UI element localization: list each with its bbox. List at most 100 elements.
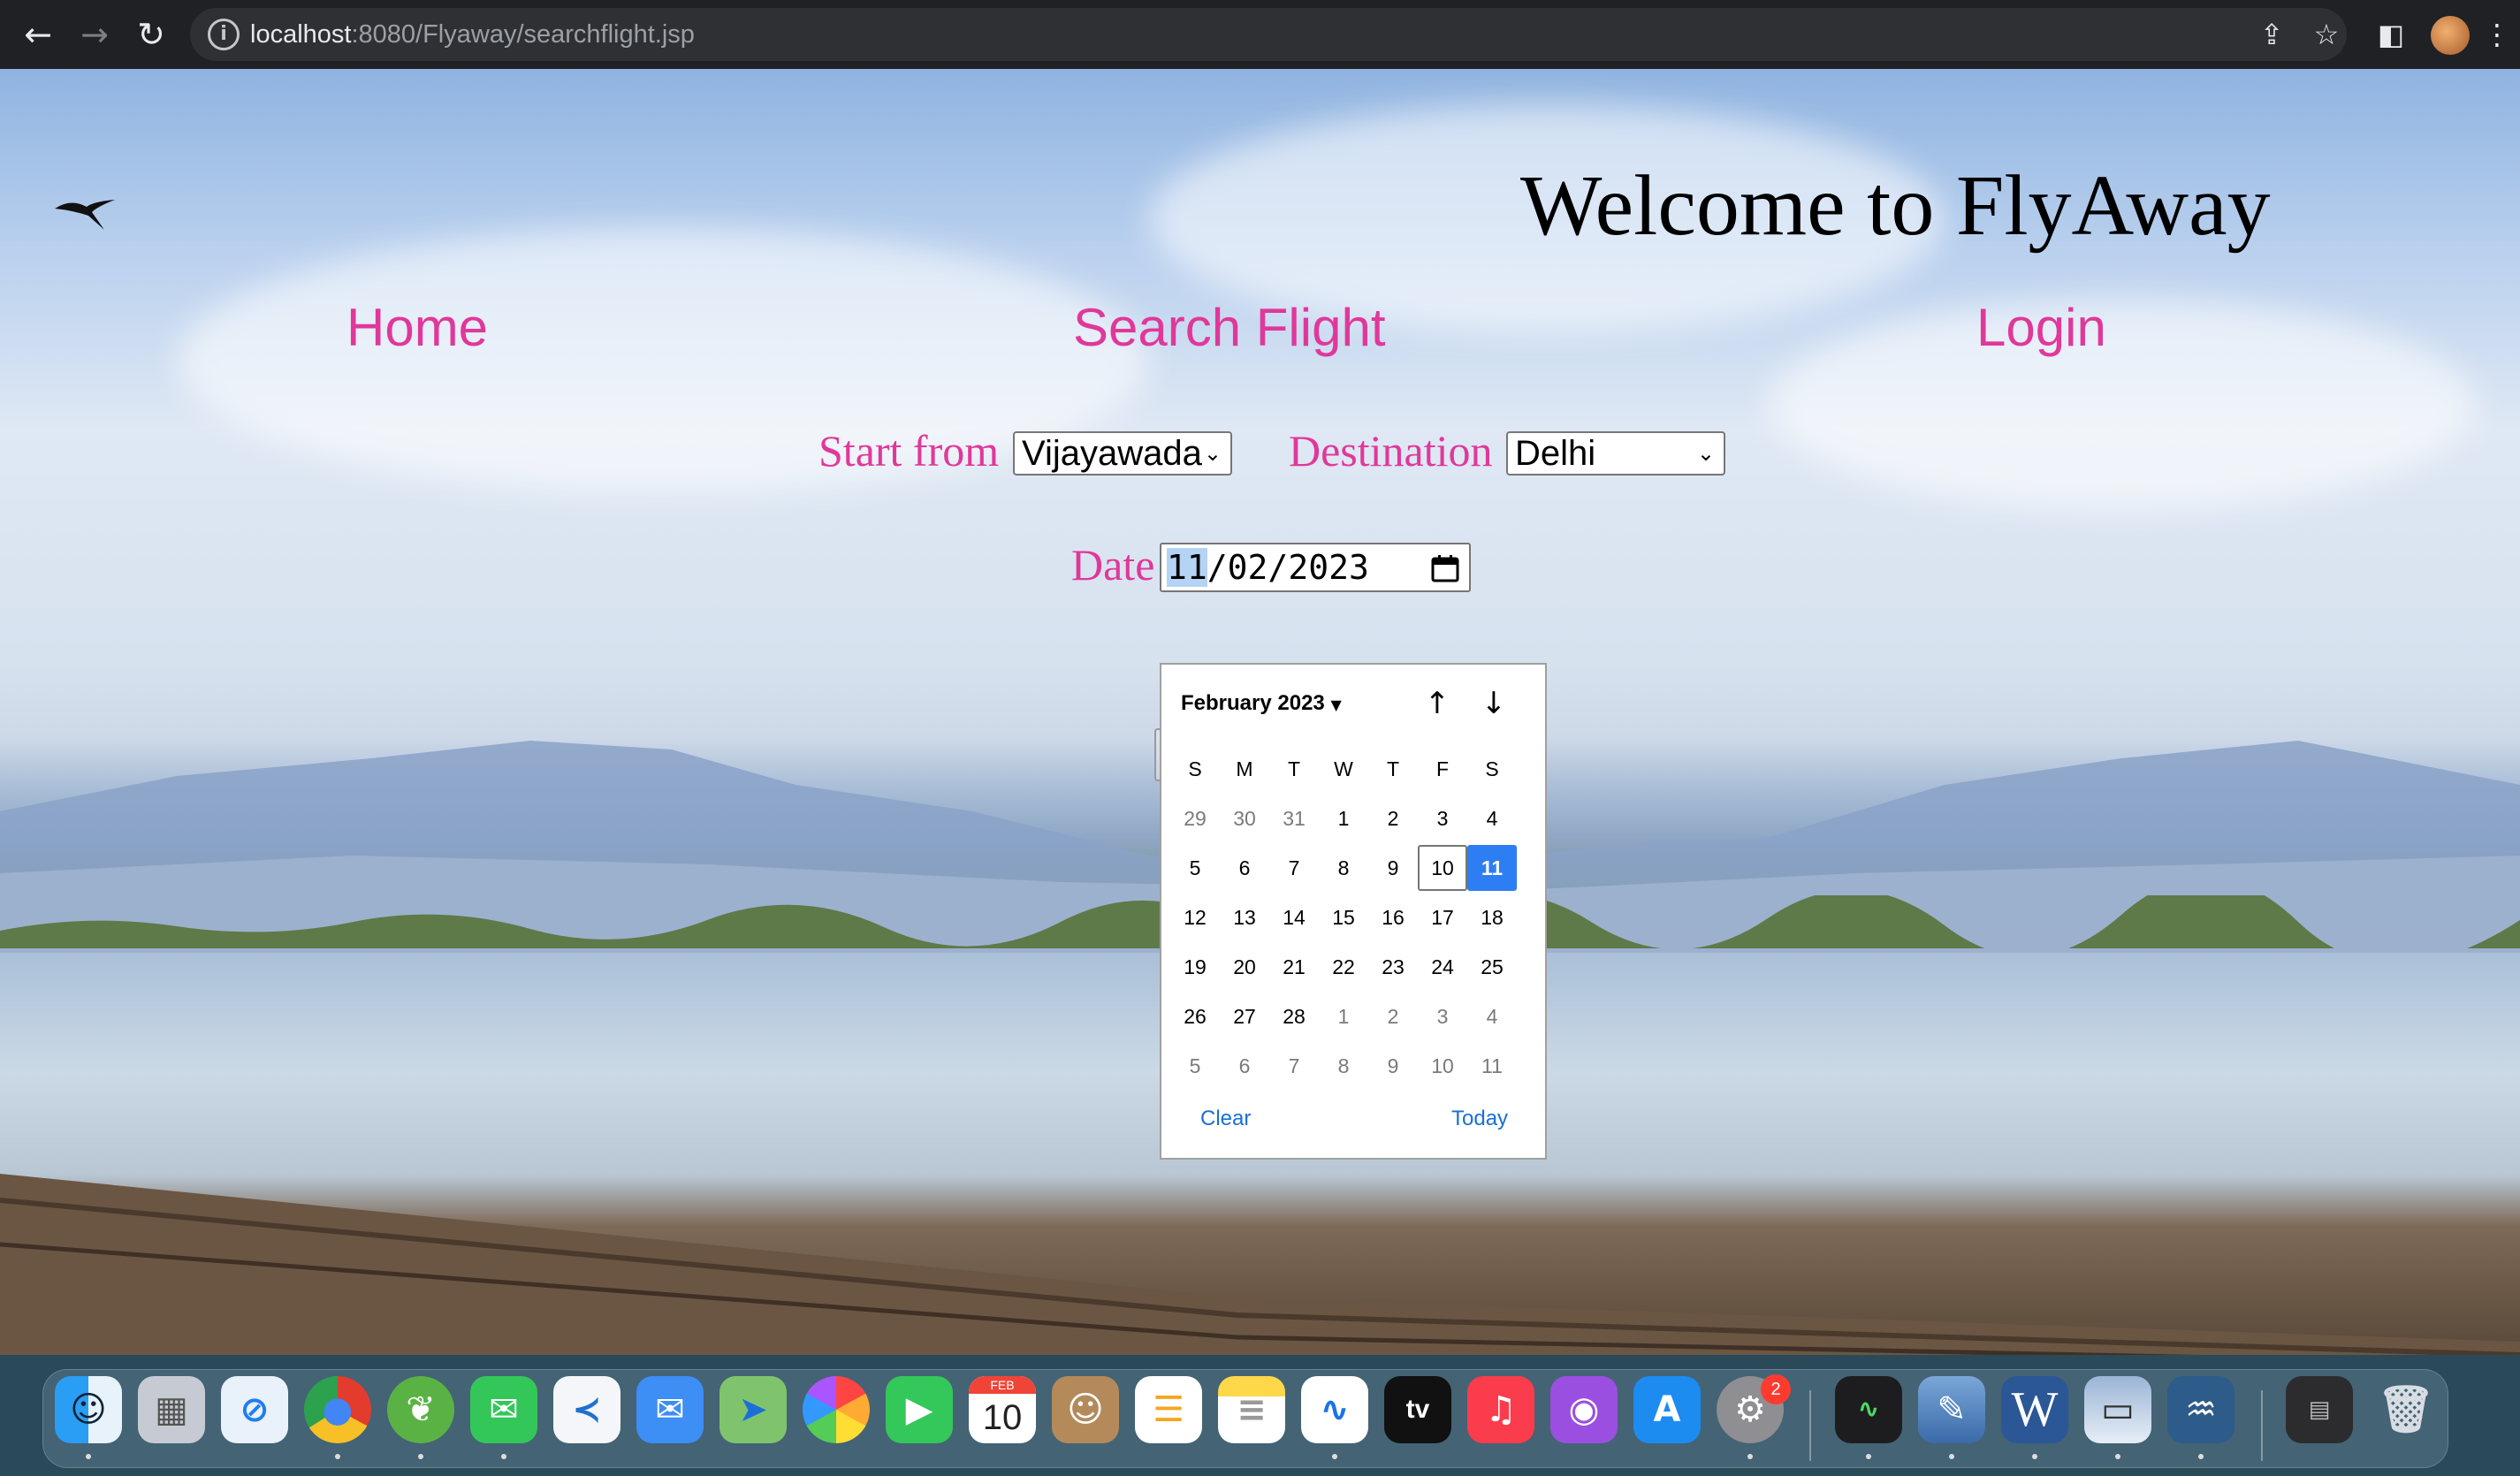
trash-icon[interactable]: 🗑 xyxy=(2372,1376,2440,1443)
clear-date-button[interactable]: Clear xyxy=(1200,1107,1251,1131)
activity-monitor-icon[interactable]: ∿ xyxy=(1835,1376,1902,1443)
bookmark-star-icon[interactable]: ☆ xyxy=(2304,12,2349,57)
calendar-day-cell[interactable]: 8 xyxy=(1319,845,1368,891)
launchpad-icon[interactable]: ▦ xyxy=(138,1376,205,1443)
calendar-app-icon[interactable]: FEB 10 xyxy=(969,1376,1036,1443)
back-icon[interactable]: ← xyxy=(16,12,60,57)
mysql-workbench-icon[interactable]: ♒ xyxy=(2167,1376,2235,1443)
calendar-day-cell[interactable]: 10 xyxy=(1418,1043,1467,1089)
url-text[interactable]: localhost:8080/Flyaway/searchflight.jsp xyxy=(250,19,695,50)
previous-month-arrow-icon[interactable]: ↑ xyxy=(1418,684,1457,723)
address-bar[interactable]: i localhost:8080/Flyaway/searchflight.js… xyxy=(190,8,2347,61)
calendar-day-cell[interactable]: 27 xyxy=(1220,993,1269,1039)
notes-icon[interactable]: ≡ xyxy=(1218,1376,1285,1443)
facetime-icon[interactable]: ▶ xyxy=(886,1376,953,1443)
calendar-day-cell[interactable]: 20 xyxy=(1220,944,1269,990)
calendar-day-cell[interactable]: 2 xyxy=(1368,795,1418,841)
calendar-day-cell[interactable]: 13 xyxy=(1220,894,1269,940)
preview-icon[interactable]: ✎ xyxy=(1918,1376,1985,1443)
menu-kebab-icon[interactable]: ⋮ xyxy=(2475,12,2519,57)
reminders-icon[interactable]: ☰ xyxy=(1135,1376,1202,1443)
calendar-day-cell[interactable]: 15 xyxy=(1319,894,1368,940)
calendar-day-cell[interactable]: 7 xyxy=(1269,1043,1319,1089)
date-input[interactable]: 11/02/2023 xyxy=(1160,543,1471,592)
word-icon[interactable]: W xyxy=(2001,1376,2068,1443)
site-info-icon[interactable]: i xyxy=(208,19,240,50)
next-month-arrow-icon[interactable]: ↓ xyxy=(1474,684,1513,723)
recent-screenshot-icon[interactable]: ▤ xyxy=(2286,1376,2353,1443)
forward-icon[interactable]: → xyxy=(72,12,117,57)
nav-login-link[interactable]: Login xyxy=(1976,297,2106,359)
calendar-day-cell[interactable]: 11 xyxy=(1467,845,1517,891)
calendar-day-cell[interactable]: 16 xyxy=(1368,894,1418,940)
calendar-day-cell[interactable]: 21 xyxy=(1269,944,1319,990)
calendar-day-cell[interactable]: 9 xyxy=(1368,845,1418,891)
chrome-icon[interactable]: ● xyxy=(304,1376,371,1443)
calendar-day-cell[interactable]: 17 xyxy=(1418,894,1467,940)
music-icon[interactable]: ♫ xyxy=(1467,1376,1534,1443)
share-icon[interactable]: ⇪ xyxy=(2250,12,2294,57)
calendar-day-cell[interactable]: 14 xyxy=(1269,894,1319,940)
calendar-day-cell[interactable]: 23 xyxy=(1368,944,1418,990)
nav-search-flight-link[interactable]: Search Flight xyxy=(1073,297,1386,359)
calendar-day-cell[interactable]: 2 xyxy=(1368,993,1418,1039)
contacts-icon[interactable]: ☺ xyxy=(1052,1376,1119,1443)
calendar-day-cell[interactable]: 5 xyxy=(1170,845,1220,891)
date-year-segment[interactable]: 2023 xyxy=(1288,548,1369,587)
running-indicator xyxy=(2198,1454,2204,1459)
reload-icon[interactable]: ↻ xyxy=(129,12,173,57)
preview-document-icon[interactable]: ▭ xyxy=(2084,1376,2151,1443)
dock-separator xyxy=(2261,1390,2263,1461)
chevron-down-icon: ⌄ xyxy=(1203,441,1222,466)
calendar-day-cell[interactable]: 12 xyxy=(1170,894,1220,940)
month-year-dropdown[interactable]: February 2023 ▼ xyxy=(1181,691,1342,716)
calendar-day-cell[interactable]: 4 xyxy=(1467,993,1517,1039)
calendar-day-cell[interactable]: 11 xyxy=(1467,1043,1517,1089)
finder-icon[interactable]: ☺ xyxy=(55,1376,122,1443)
calendar-day-cell[interactable]: 22 xyxy=(1319,944,1368,990)
spring-tool-suite-icon[interactable]: ❦ xyxy=(387,1376,454,1443)
maps-icon[interactable]: ➤ xyxy=(719,1376,787,1443)
calendar-day-cell[interactable]: 6 xyxy=(1220,845,1269,891)
calendar-day-cell[interactable]: 1 xyxy=(1319,795,1368,841)
calendar-day-cell[interactable]: 29 xyxy=(1170,795,1220,841)
today-button[interactable]: Today xyxy=(1451,1107,1508,1131)
calendar-week-row: 29 30 31 1 2 3 4 xyxy=(1170,795,1538,845)
calendar-day-cell[interactable]: 30 xyxy=(1220,795,1269,841)
calendar-day-cell[interactable]: 9 xyxy=(1368,1043,1418,1089)
side-panel-icon[interactable]: ◧ xyxy=(2369,12,2413,57)
calendar-day-cell[interactable]: 1 xyxy=(1319,993,1368,1039)
start-from-select[interactable]: Vijayawada ⌄ xyxy=(1013,431,1232,476)
calendar-day-cell[interactable]: 31 xyxy=(1269,795,1319,841)
app-store-icon[interactable]: A xyxy=(1633,1376,1701,1443)
calendar-day-cell[interactable]: 8 xyxy=(1319,1043,1368,1089)
freeform-icon[interactable]: ∿ xyxy=(1301,1376,1368,1443)
calendar-day-cell[interactable]: 19 xyxy=(1170,944,1220,990)
calendar-day-cell[interactable]: 24 xyxy=(1418,944,1467,990)
photos-icon[interactable] xyxy=(803,1376,870,1443)
calendar-day-cell[interactable]: 6 xyxy=(1220,1043,1269,1089)
calendar-day-cell[interactable]: 18 xyxy=(1467,894,1517,940)
date-month-segment[interactable]: 11 xyxy=(1167,548,1207,587)
calendar-day-cell[interactable]: 26 xyxy=(1170,993,1220,1039)
date-day-segment[interactable]: 02 xyxy=(1228,548,1268,587)
apple-tv-icon[interactable]: tv xyxy=(1384,1376,1451,1443)
calendar-day-cell[interactable]: 4 xyxy=(1467,795,1517,841)
calendar-day-cell[interactable]: 25 xyxy=(1467,944,1517,990)
calendar-day-cell[interactable]: 3 xyxy=(1418,795,1467,841)
calendar-day-cell[interactable]: 7 xyxy=(1269,845,1319,891)
safari-icon[interactable]: ⊘ xyxy=(221,1376,288,1443)
nav-home-link[interactable]: Home xyxy=(346,297,488,359)
calendar-day-cell[interactable]: 10 xyxy=(1418,845,1467,891)
calendar-day-cell[interactable]: 3 xyxy=(1418,993,1467,1039)
vscode-icon[interactable]: ≺ xyxy=(553,1376,620,1443)
calendar-day-cell[interactable]: 5 xyxy=(1170,1043,1220,1089)
podcasts-icon[interactable]: ◉ xyxy=(1550,1376,1618,1443)
destination-select[interactable]: Delhi ⌄ xyxy=(1506,431,1725,476)
running-indicator xyxy=(1949,1454,1954,1459)
profile-avatar[interactable] xyxy=(2431,16,2470,55)
mail-icon[interactable]: ✉ xyxy=(636,1376,704,1443)
messages-icon[interactable]: ✉ xyxy=(470,1376,537,1443)
calendar-icon[interactable] xyxy=(1430,553,1460,583)
calendar-day-cell[interactable]: 28 xyxy=(1269,993,1319,1039)
